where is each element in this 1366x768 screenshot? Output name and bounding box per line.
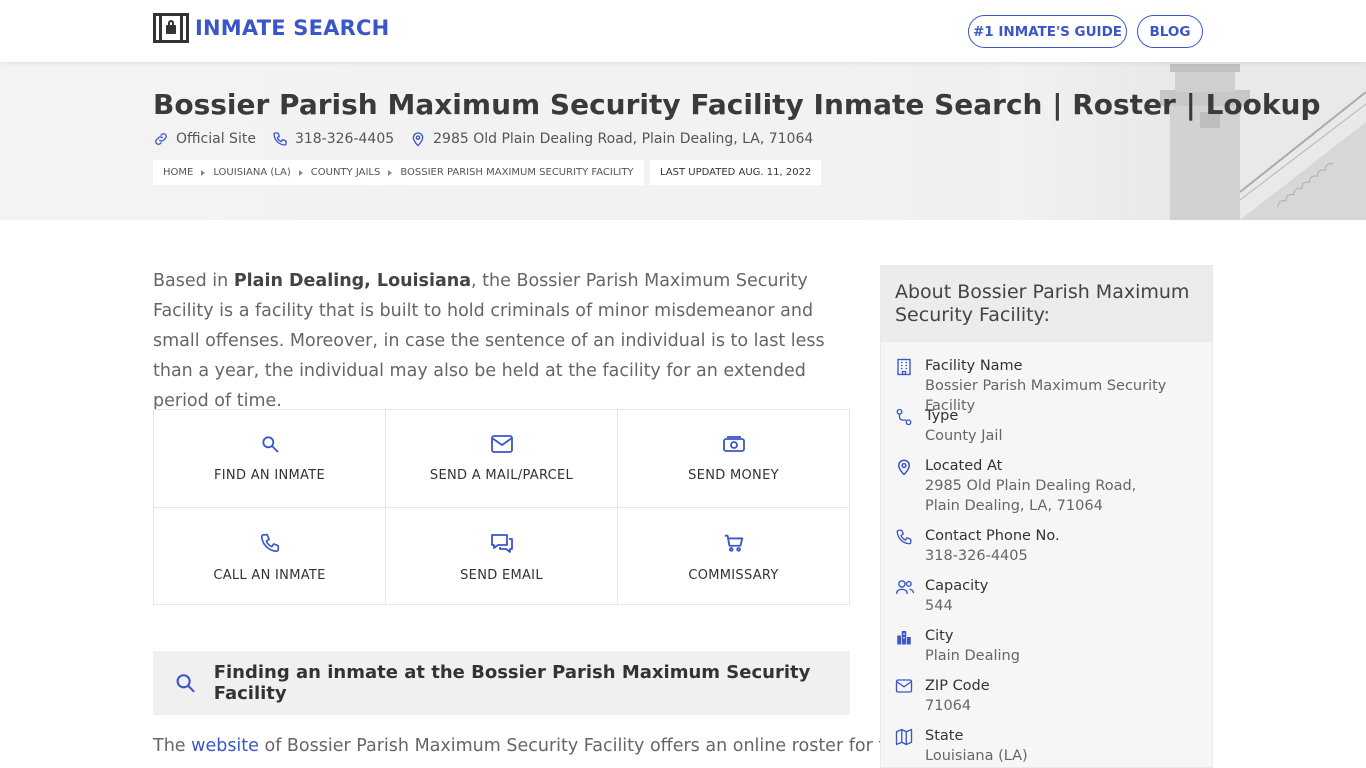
info-row-city: City Plain Dealing <box>895 626 1205 666</box>
phone-icon <box>896 529 912 545</box>
call-inmate-button[interactable]: CALL AN INMATE <box>154 508 386 604</box>
info-row-state: State Louisiana (LA) <box>895 726 1205 766</box>
zip-code-label: ZIP Code <box>925 678 990 694</box>
state-label: State <box>925 728 964 744</box>
send-email-button[interactable]: SEND EMAIL <box>386 508 618 604</box>
facility-info-sidebar: About Bossier Parish Maximum Security Fa… <box>880 265 1213 768</box>
map-pin-icon <box>897 459 911 476</box>
finding-inmate-title: Finding an inmate at the Bossier Parish … <box>213 662 811 704</box>
search-icon <box>176 674 195 693</box>
site-header: INMATE SEARCH #1 INMATE'S GUIDE BLOG <box>0 0 1366 62</box>
breadcrumb-separator-icon <box>201 169 206 176</box>
facility-name-label: Facility Name <box>925 358 1023 374</box>
logo-text: INMATE SEARCH <box>195 16 390 40</box>
send-mail-label: SEND A MAIL/PARCEL <box>429 468 574 483</box>
prison-tower-illustration <box>1000 62 1366 220</box>
page-title: Bossier Parish Maximum Security Facility… <box>153 88 1321 121</box>
intro-text-pre: Based in <box>153 271 234 291</box>
breadcrumb-current: BOSSIER PARISH MAXIMUM SECURITY FACILITY <box>400 167 634 178</box>
find-inmate-button[interactable]: FIND AN INMATE <box>154 410 386 508</box>
route-icon <box>896 408 912 426</box>
roster-text-post: of Bossier Parish Maximum Security Facil… <box>258 736 908 756</box>
address-text: 2985 Old Plain Dealing Road, Plain Deali… <box>433 131 814 147</box>
city-value: Plain Dealing <box>925 648 1020 664</box>
send-email-label: SEND EMAIL <box>460 568 543 583</box>
money-icon <box>722 436 745 452</box>
call-inmate-label: CALL AN INMATE <box>213 568 326 583</box>
info-row-capacity: Capacity 544 <box>895 576 1205 616</box>
city-icon <box>897 631 911 645</box>
building-icon <box>897 358 911 376</box>
site-logo[interactable]: INMATE SEARCH <box>153 13 389 43</box>
phone-number: 318-326-4405 <box>294 131 395 147</box>
phone-icon <box>260 533 279 553</box>
send-mail-button[interactable]: SEND A MAIL/PARCEL <box>386 410 618 508</box>
users-icon <box>895 580 915 594</box>
capacity-label: Capacity <box>925 578 989 594</box>
roster-paragraph: The website of Bossier Parish Maximum Se… <box>153 731 907 761</box>
info-row-located-at: Located At 2985 Old Plain Dealing Road, P… <box>895 456 1175 516</box>
send-money-label: SEND MONEY <box>688 468 779 483</box>
city-label: City <box>925 628 954 644</box>
commissary-label: COMMISSARY <box>688 568 779 583</box>
finding-inmate-heading: Finding an inmate at the Bossier Parish … <box>153 651 850 715</box>
hero-banner: Bossier Parish Maximum Security Facility… <box>0 62 1366 220</box>
breadcrumb-home[interactable]: HOME <box>163 167 193 178</box>
breadcrumb-separator-icon <box>388 169 393 176</box>
breadcrumb-louisiana[interactable]: LOUISIANA (LA) <box>213 167 290 178</box>
type-label: Type <box>925 408 959 424</box>
info-row-type: Type County Jail <box>895 406 1205 446</box>
mail-icon <box>895 679 913 693</box>
capacity-value: 544 <box>925 598 953 614</box>
last-updated-badge: LAST UPDATED AUG. 11, 2022 <box>650 160 822 185</box>
commissary-button[interactable]: COMMISSARY <box>618 508 849 604</box>
chat-icon <box>490 534 513 553</box>
roster-text-pre: The <box>153 736 192 756</box>
state-value: Louisiana (LA) <box>925 748 1028 764</box>
located-at-value: 2985 Old Plain Dealing Road, Plain Deali… <box>925 478 1137 514</box>
find-inmate-label: FIND AN INMATE <box>214 468 325 483</box>
cart-icon <box>724 534 743 552</box>
zip-code-value: 71064 <box>925 698 972 714</box>
sidebar-title: About Bossier Parish Maximum Security Fa… <box>881 266 1212 342</box>
intro-paragraph: Based in Plain Dealing, Louisiana, the B… <box>153 266 850 416</box>
website-link[interactable]: website <box>191 736 259 756</box>
info-row-zip-code: ZIP Code 71064 <box>895 676 1205 716</box>
type-value: County Jail <box>925 428 1003 444</box>
mail-icon <box>490 435 513 453</box>
address: 2985 Old Plain Dealing Road, Plain Deali… <box>410 131 813 147</box>
breadcrumb-county-jails[interactable]: COUNTY JAILS <box>311 167 381 178</box>
intro-location: Plain Dealing, Louisiana <box>233 271 472 291</box>
send-money-button[interactable]: SEND MONEY <box>618 410 849 508</box>
prison-lock-icon <box>153 13 189 43</box>
official-site-label: Official Site <box>176 131 256 147</box>
info-row-contact-phone: Contact Phone No. 318-326-4405 <box>895 526 1205 566</box>
contact-phone-value[interactable]: 318-326-4405 <box>925 546 1205 566</box>
phone-link[interactable]: 318-326-4405 <box>272 131 394 147</box>
search-icon <box>261 436 278 453</box>
nav-blog-button[interactable]: BLOG <box>1137 15 1203 48</box>
facility-meta: Official Site 318-326-4405 2985 Old Plai… <box>153 131 829 147</box>
breadcrumb-separator-icon <box>298 169 303 176</box>
official-site-link[interactable]: Official Site <box>153 131 256 147</box>
contact-phone-label: Contact Phone No. <box>925 528 1060 544</box>
located-at-label: Located At <box>925 458 1003 474</box>
nav-inmates-guide-button[interactable]: #1 INMATE'S GUIDE <box>968 15 1127 48</box>
map-icon <box>895 728 913 746</box>
intro-text-post: , the Bossier Parish Maximum Security Fa… <box>153 271 825 411</box>
action-grid: FIND AN INMATE SEND A MAIL/PARCEL SEND M… <box>153 409 850 605</box>
link-icon <box>155 133 167 145</box>
phone-icon <box>273 132 287 146</box>
map-pin-icon <box>412 132 424 147</box>
breadcrumb: HOME LOUISIANA (LA) COUNTY JAILS BOSSIER… <box>153 160 644 185</box>
